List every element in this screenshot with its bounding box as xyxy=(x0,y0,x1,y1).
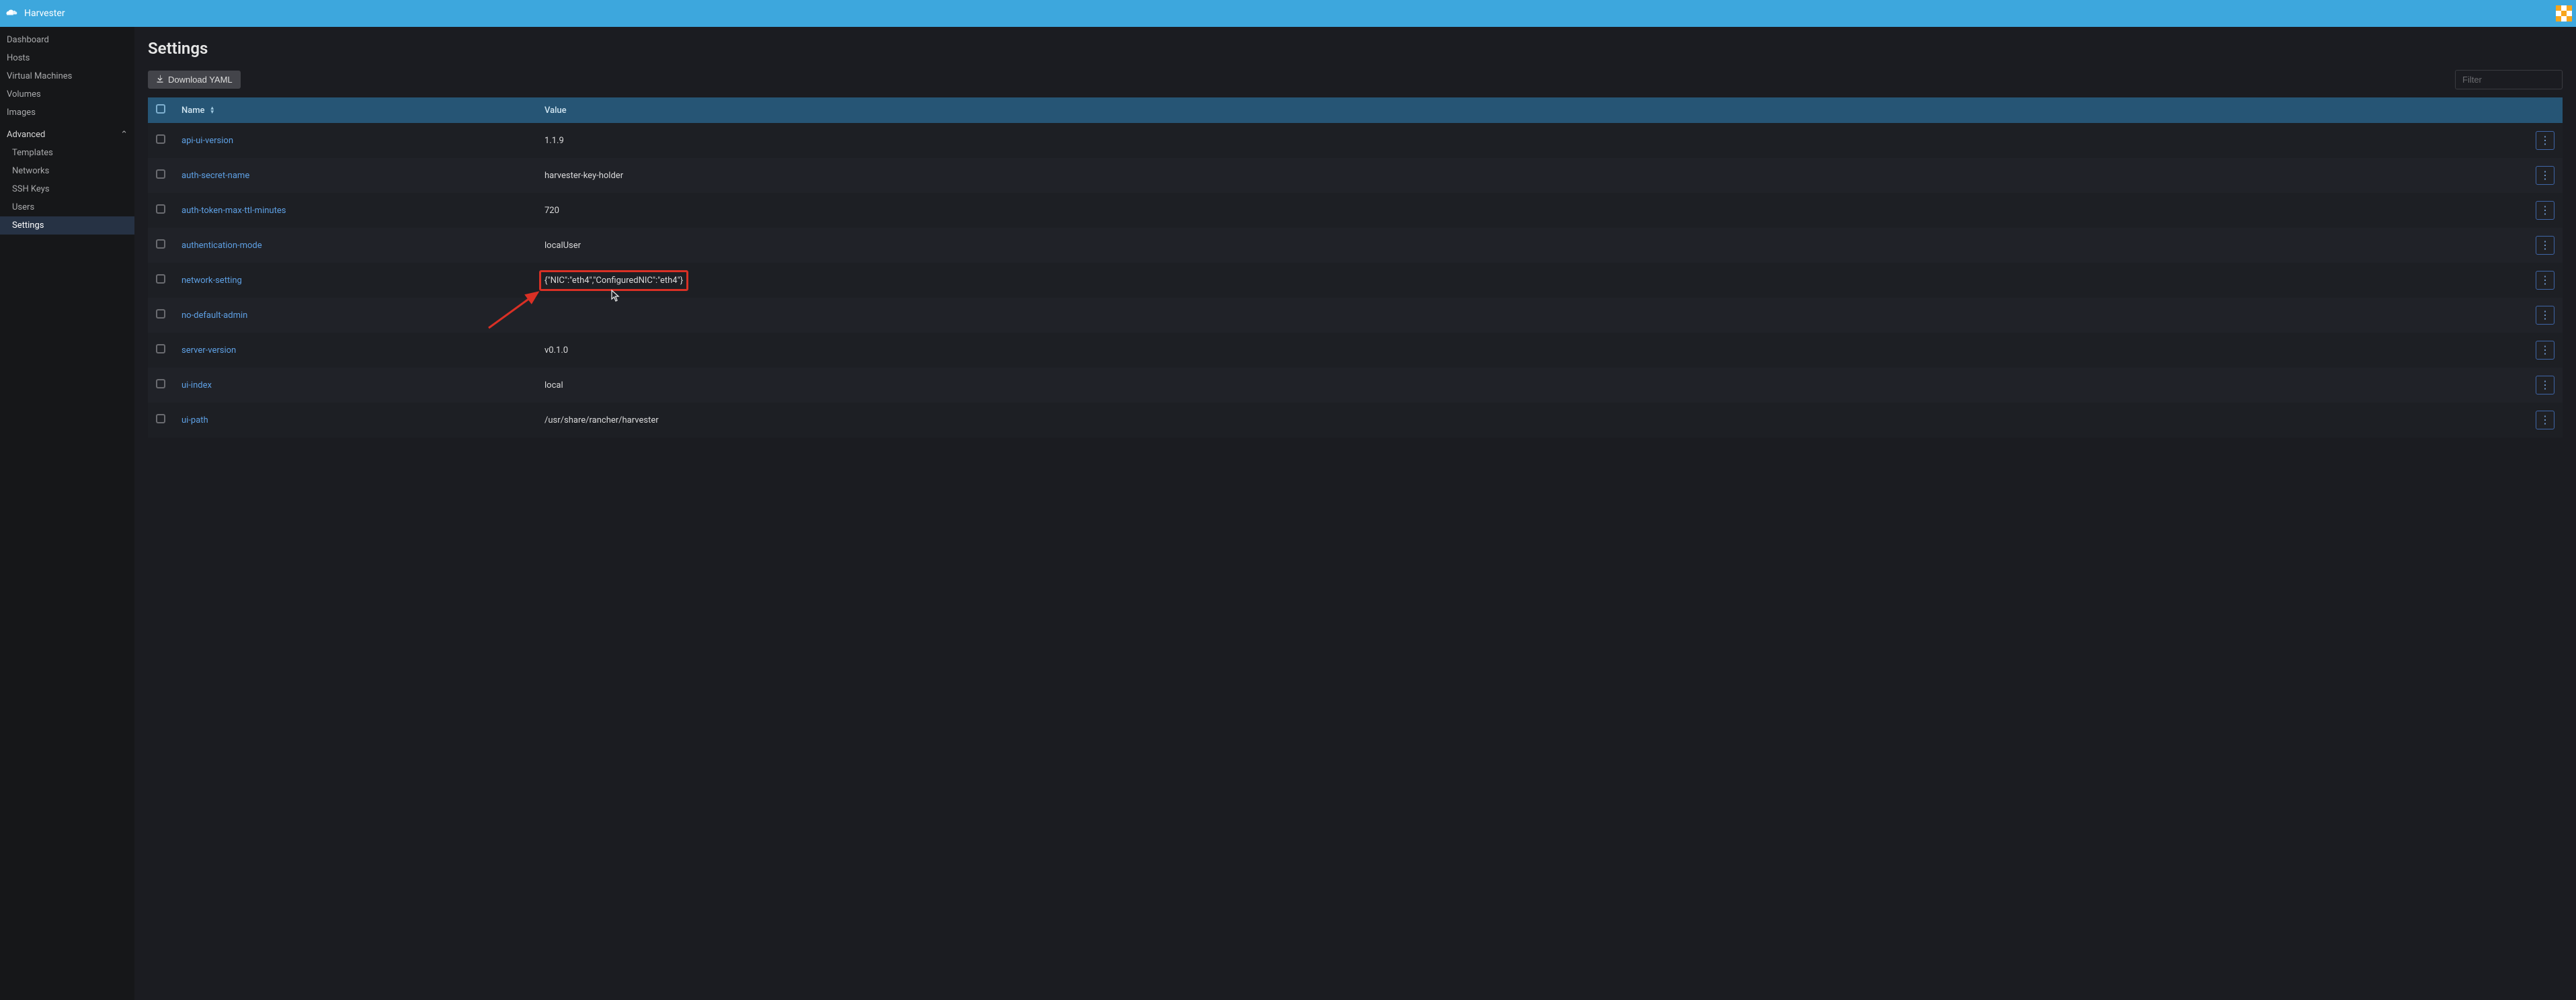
download-yaml-label: Download YAML xyxy=(168,75,233,85)
sidebar-item-images[interactable]: Images xyxy=(0,103,134,122)
table-row: ui-index local ⋮ xyxy=(148,368,2563,403)
chevron-up-icon: ⌃ xyxy=(120,130,128,140)
sidebar-item-templates[interactable]: Templates xyxy=(0,144,134,162)
user-avatar-icon[interactable] xyxy=(2556,5,2572,22)
row-value: local xyxy=(545,380,563,390)
row-actions-button[interactable]: ⋮ xyxy=(2536,131,2554,150)
settings-table: Name ▲▼ Value api-ui-version1.1.9⋮auth-s… xyxy=(148,97,2563,438)
table-row: authentication-mode localUser ⋮ xyxy=(148,228,2563,263)
brand-bar: Harvester xyxy=(0,0,134,27)
row-value: /usr/share/rancher/harvester xyxy=(545,415,659,425)
table-row: auth-token-max-ttl-minutes 720 ⋮ xyxy=(148,193,2563,228)
row-name-link[interactable]: authentication-mode xyxy=(182,241,262,251)
brand-name: Harvester xyxy=(24,8,65,19)
row-actions-button[interactable]: ⋮ xyxy=(2536,376,2554,394)
row-name-link[interactable]: auth-token-max-ttl-minutes xyxy=(182,206,286,216)
row-checkbox[interactable] xyxy=(156,379,165,388)
row-checkbox[interactable] xyxy=(156,239,165,249)
row-checkbox[interactable] xyxy=(156,344,165,353)
sidebar: Harvester Dashboard Hosts Virtual Machin… xyxy=(0,0,134,1000)
row-value: {"NIC":"eth4","ConfiguredNIC":"eth4"} xyxy=(545,276,683,286)
sidebar-item-ssh-keys[interactable]: SSH Keys xyxy=(0,180,134,198)
row-actions-button[interactable]: ⋮ xyxy=(2536,306,2554,325)
kebab-icon: ⋮ xyxy=(2540,310,2550,321)
column-header-actions xyxy=(2522,97,2563,123)
sidebar-item-hosts[interactable]: Hosts xyxy=(0,49,134,67)
row-actions-button[interactable]: ⋮ xyxy=(2536,201,2554,220)
toolbar: Download YAML xyxy=(148,70,2563,89)
sort-icon: ▲▼ xyxy=(210,106,215,114)
page-content: Settings Download YAML xyxy=(134,27,2576,451)
row-name-link[interactable]: ui-index xyxy=(182,380,212,390)
topbar xyxy=(134,0,2576,27)
row-checkbox[interactable] xyxy=(156,309,165,319)
row-actions-button[interactable]: ⋮ xyxy=(2536,411,2554,429)
table-row: no-default-admin ⋮ xyxy=(148,298,2563,333)
sidebar-item-settings[interactable]: Settings xyxy=(0,216,134,235)
harvester-logo-icon xyxy=(4,6,19,21)
row-checkbox[interactable] xyxy=(156,134,165,144)
kebab-icon: ⋮ xyxy=(2540,170,2550,181)
select-all-header xyxy=(148,97,173,123)
sidebar-item-virtual-machines[interactable]: Virtual Machines xyxy=(0,67,134,85)
select-all-checkbox[interactable] xyxy=(156,104,165,114)
sidebar-item-volumes[interactable]: Volumes xyxy=(0,85,134,103)
row-name-link[interactable]: network-setting xyxy=(182,276,242,286)
row-name-link[interactable]: ui-path xyxy=(182,415,208,425)
kebab-icon: ⋮ xyxy=(2540,205,2550,216)
row-actions-button[interactable]: ⋮ xyxy=(2536,271,2554,290)
primary-nav: Dashboard Hosts Virtual Machines Volumes… xyxy=(0,27,134,235)
row-name-link[interactable]: api-ui-version xyxy=(182,136,233,146)
column-header-name[interactable]: Name ▲▼ xyxy=(173,97,536,123)
row-checkbox[interactable] xyxy=(156,204,165,214)
sidebar-group-advanced[interactable]: Advanced ⌃ xyxy=(0,126,134,144)
table-header-row: Name ▲▼ Value xyxy=(148,97,2563,123)
row-value: v0.1.0 xyxy=(545,345,568,356)
row-name-link[interactable]: no-default-admin xyxy=(182,310,247,321)
table-row: ui-path/usr/share/rancher/harvester ⋮ xyxy=(148,403,2563,438)
page-title: Settings xyxy=(148,39,2563,58)
row-value: 1.1.9 xyxy=(545,136,564,146)
sidebar-item-networks[interactable]: Networks xyxy=(0,162,134,180)
row-value: harvester-key-holder xyxy=(545,171,623,181)
row-actions-button[interactable]: ⋮ xyxy=(2536,166,2554,185)
row-name-link[interactable]: server-version xyxy=(182,345,236,356)
row-actions-button[interactable]: ⋮ xyxy=(2536,341,2554,360)
row-checkbox[interactable] xyxy=(156,169,165,179)
kebab-icon: ⋮ xyxy=(2540,380,2550,390)
download-icon xyxy=(156,75,164,85)
row-name-link[interactable]: auth-secret-name xyxy=(182,171,249,181)
table-row: auth-secret-name harvester-key-holder ⋮ xyxy=(148,158,2563,193)
table-row: network-setting {"NIC":"eth4","Configured… xyxy=(148,263,2563,298)
kebab-icon: ⋮ xyxy=(2540,415,2550,425)
sidebar-item-dashboard[interactable]: Dashboard xyxy=(0,31,134,49)
kebab-icon: ⋮ xyxy=(2540,135,2550,146)
download-yaml-button[interactable]: Download YAML xyxy=(148,71,241,89)
kebab-icon: ⋮ xyxy=(2540,240,2550,251)
filter-input[interactable] xyxy=(2455,70,2563,89)
table-row: api-ui-version 1.1.9 ⋮ xyxy=(148,123,2563,158)
column-header-value: Value xyxy=(536,97,2522,123)
kebab-icon: ⋮ xyxy=(2540,345,2550,356)
sidebar-group-label: Advanced xyxy=(7,130,45,140)
row-actions-button[interactable]: ⋮ xyxy=(2536,236,2554,255)
row-checkbox[interactable] xyxy=(156,414,165,423)
sidebar-item-users[interactable]: Users xyxy=(0,198,134,216)
row-value: 720 xyxy=(545,206,559,216)
table-row: server-version v0.1.0 ⋮ xyxy=(148,333,2563,368)
row-value: localUser xyxy=(545,241,581,251)
main-area: Settings Download YAML xyxy=(134,0,2576,1000)
row-checkbox[interactable] xyxy=(156,274,165,284)
kebab-icon: ⋮ xyxy=(2540,275,2550,286)
